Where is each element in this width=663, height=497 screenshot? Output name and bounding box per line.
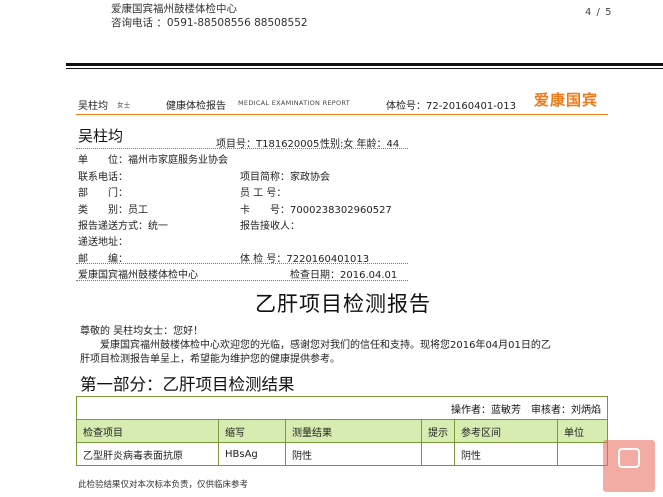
header-item: 检查项目 (76, 419, 219, 443)
operator-cell: 操作者：蓝敏芳 审核者：刘炳焰 (76, 396, 608, 420)
patient-info-rule (76, 263, 408, 264)
report-title-cn: 健康体检报告 (166, 101, 226, 112)
exam-no-label: 体检号： (386, 101, 426, 112)
cell-item: 乙型肝炎病毒表面抗原 (76, 442, 219, 466)
cell-reference: 阴性 (454, 442, 558, 466)
field-contact-phone: 联系电话： (78, 172, 128, 183)
header-result: 测量结果 (285, 419, 422, 443)
table-header-row: 检查项目 缩写 测量结果 提示 参考区间 单位 (76, 419, 608, 443)
field-unit: 单 位：福州市家庭服务业协会 (78, 155, 228, 166)
exam-date: 检查日期：2016.04.01 (290, 270, 398, 281)
watermark-logo (603, 440, 655, 492)
field-employee-no: 员 工 号： (240, 188, 287, 199)
footer-note: 此检验结果仅对本次标本负责，仅供临床参考 (78, 480, 249, 490)
report-title-en: MEDICAL EXAMINATION REPORT (238, 99, 351, 107)
exam-no-value: 72-20160401-013 (426, 101, 516, 112)
exam-center: 爱康国宾福州鼓楼体检中心 (78, 270, 198, 281)
field-delivery-method: 报告递送方式：统一 (78, 221, 168, 232)
intro-line-1: 爱康国宾福州鼓楼体检中心欢迎您的光临，感谢您对我们的信任和支持。现将您2016年… (100, 340, 551, 351)
field-category: 类 别：员工 (78, 205, 148, 216)
table-row: 乙型肝炎病毒表面抗原 HBsAg 阴性 阴性 (76, 442, 608, 466)
greeting: 尊敬的 吴柱均女士：您好！ (80, 326, 204, 337)
header-rule-thick (66, 63, 663, 66)
patient-name: 吴柱均 (78, 127, 124, 145)
header-reference: 参考区间 (454, 419, 558, 443)
exam-center-rule (76, 280, 408, 281)
page-header-org: 爱康国宾福州鼓楼体检中心 (111, 3, 237, 15)
results-table: 操作者：蓝敏芳 审核者：刘炳焰 检查项目 缩写 测量结果 提示 参考区间 单位 … (76, 396, 608, 466)
intro-line-2: 肝项目检测报告单呈上，希望能为维护您的健康提供参考。 (80, 354, 340, 365)
cell-abbr: HBsAg (218, 442, 286, 466)
watermark-icon (618, 448, 640, 468)
field-department: 部 门： (78, 188, 128, 199)
header-rule-thin (66, 68, 663, 69)
section-title: 第一部分：乙肝项目检测结果 (80, 375, 295, 394)
field-card-no: 卡 号：7000238302960527 (240, 205, 392, 216)
field-project-abbr: 项目简称：家政协会 (240, 172, 330, 183)
header-abbr: 缩写 (218, 419, 286, 443)
report-title: 乙肝项目检测报告 (255, 292, 431, 316)
cell-unit (557, 442, 608, 466)
patient-name-rule (76, 148, 408, 149)
field-report-receiver: 报告接收人： (240, 221, 300, 232)
cell-result: 阴性 (285, 442, 422, 466)
report-gender-title: 女士 (117, 101, 131, 109)
brand-logo: 爱康国宾 (534, 91, 599, 109)
exam-no: 体检号：72-20160401-013 (386, 97, 516, 112)
cell-hint (421, 442, 455, 466)
field-delivery-address: 递送地址： (78, 237, 128, 248)
page-header-phone: 咨询电话 ：0591-88508556 88508552 (111, 17, 308, 29)
page-number: 4 / 5 (585, 7, 613, 18)
header-hint: 提示 (421, 419, 455, 443)
header-unit: 单位 (557, 419, 608, 443)
operator-row: 操作者：蓝敏芳 审核者：刘炳焰 (76, 396, 608, 420)
header-orange-rule (76, 114, 608, 115)
report-patient-name: 吴柱均 (78, 101, 108, 112)
